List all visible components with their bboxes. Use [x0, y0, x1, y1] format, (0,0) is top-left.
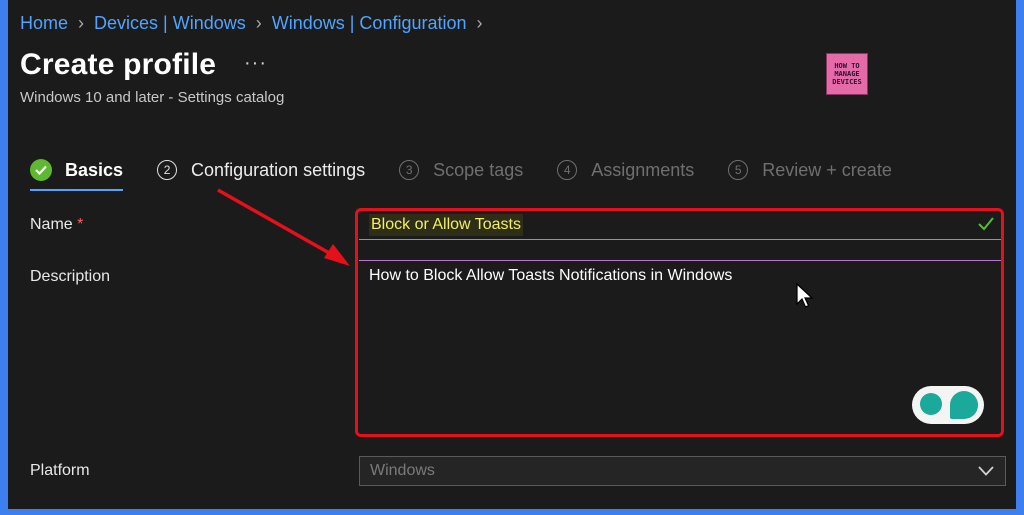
feedback-chat-widget[interactable]: [912, 386, 984, 424]
breadcrumb-home[interactable]: Home: [20, 13, 68, 34]
mouse-pointer-icon: [796, 283, 814, 308]
page-title: Create profile: [20, 48, 217, 81]
step-number-icon: 4: [557, 160, 578, 180]
how-to-manage-devices-logo: HOW TO MANAGE DEVICES: [826, 53, 868, 95]
chevron-right-icon: ›: [78, 12, 85, 33]
step-number-icon: 2: [157, 160, 178, 180]
chat-bubble-icon: [950, 391, 978, 419]
tab-assignments[interactable]: 4 Assignments: [557, 152, 694, 188]
tab-review-create[interactable]: 5 Review + create: [728, 152, 892, 188]
description-label: Description: [30, 268, 111, 285]
wizard-steps: Basics 2 Configuration settings 3 Scope …: [30, 152, 926, 191]
highlight-box: [355, 208, 1004, 437]
platform-dropdown[interactable]: Windows: [359, 456, 1006, 486]
platform-dropdown-value: Windows: [370, 462, 435, 479]
create-profile-page: Home › Devices | Windows › Windows | Con…: [8, 0, 1016, 509]
chevron-down-icon: [977, 464, 995, 482]
breadcrumb-windows-configuration[interactable]: Windows | Configuration: [272, 13, 467, 34]
check-circle-icon: [30, 159, 52, 181]
more-options-button[interactable]: ···: [244, 52, 267, 75]
name-label: Name *: [30, 216, 84, 233]
tab-configuration-settings-label: Configuration settings: [191, 159, 366, 180]
required-marker: *: [77, 216, 84, 233]
breadcrumb: Home › Devices | Windows › Windows | Con…: [20, 11, 483, 35]
tab-scope-tags[interactable]: 3 Scope tags: [399, 152, 523, 188]
tab-configuration-settings[interactable]: 2 Configuration settings: [157, 152, 365, 188]
tab-assignments-label: Assignments: [591, 159, 695, 180]
platform-label: Platform: [30, 462, 90, 479]
tab-basics[interactable]: Basics: [30, 152, 124, 191]
tab-review-create-label: Review + create: [762, 159, 892, 180]
tab-scope-tags-label: Scope tags: [433, 159, 524, 180]
chevron-right-icon: ›: [255, 12, 262, 33]
step-number-icon: 3: [399, 160, 420, 180]
tab-basics-label: Basics: [65, 159, 124, 180]
step-number-icon: 5: [728, 160, 749, 180]
page-subtitle: Windows 10 and later - Settings catalog: [20, 89, 285, 106]
lightbulb-icon: [920, 393, 942, 415]
chevron-right-icon: ›: [476, 12, 483, 33]
breadcrumb-devices-windows[interactable]: Devices | Windows: [94, 13, 246, 34]
